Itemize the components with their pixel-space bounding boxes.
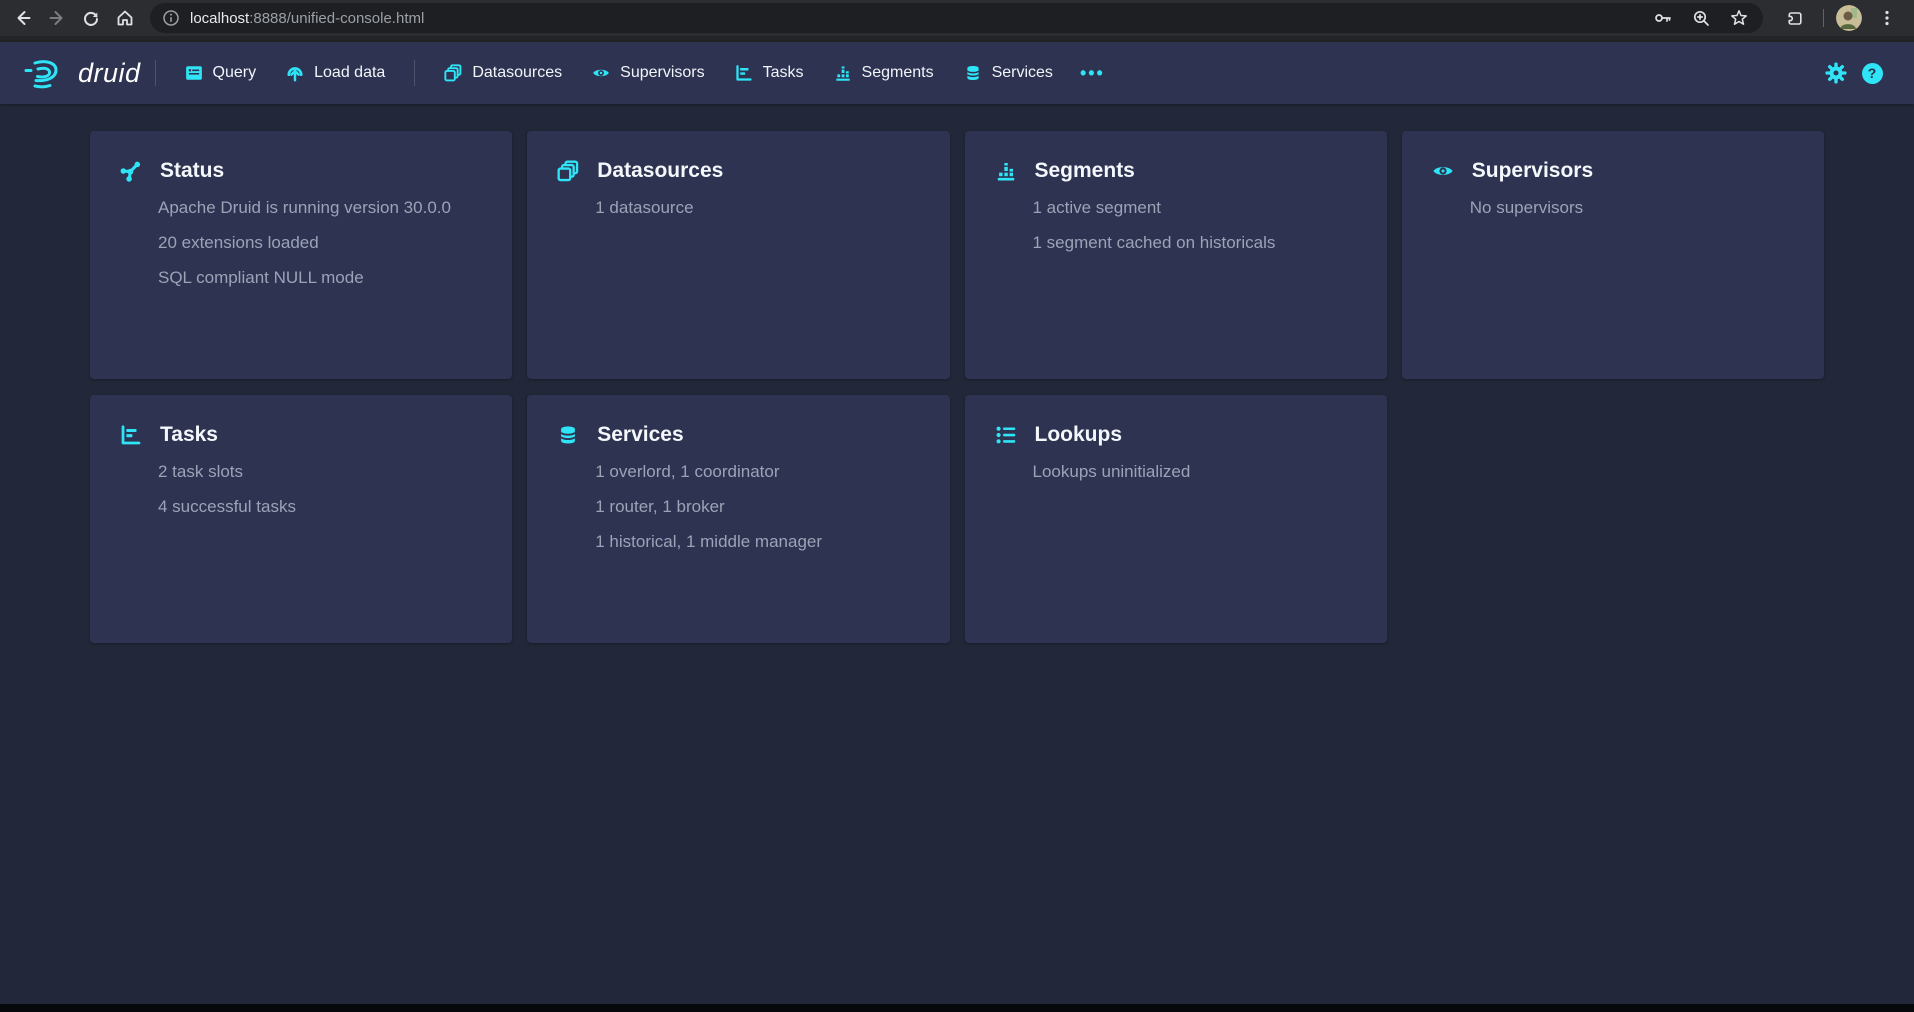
avatar-image <box>1836 5 1862 31</box>
card-title: Services <box>597 423 683 447</box>
gantt-chart-icon <box>735 64 753 82</box>
upload-icon <box>286 64 304 82</box>
url-text: localhost:8888/unified-console.html <box>190 10 1649 27</box>
graph-icon <box>120 160 142 182</box>
url-path: :8888/unified-console.html <box>249 10 424 27</box>
nav-more-button[interactable]: ••• <box>1068 42 1117 104</box>
star-icon <box>1729 8 1749 28</box>
nav-item-query[interactable]: Query <box>170 42 272 104</box>
back-arrow-icon <box>13 8 33 28</box>
card-line: 1 datasource <box>595 197 919 218</box>
toolbar-separator <box>1823 9 1824 27</box>
card-title: Segments <box>1035 159 1135 183</box>
card-line: 1 segment cached on historicals <box>1033 232 1357 253</box>
nav-item-services[interactable]: Services <box>949 42 1068 104</box>
help-icon: ? <box>1862 63 1883 84</box>
info-icon <box>162 9 180 27</box>
navbar-separator <box>155 60 156 86</box>
card-line: 1 historical, 1 middle manager <box>595 531 919 552</box>
window-bottom-edge <box>0 1004 1914 1012</box>
reload-button[interactable] <box>74 1 108 35</box>
card-line: 2 task slots <box>158 461 482 482</box>
nav-item-label: Tasks <box>763 64 804 82</box>
brand-wordmark: druid <box>78 58 141 89</box>
card-title: Status <box>160 159 224 183</box>
extensions-button[interactable] <box>1777 1 1811 35</box>
card-line: Lookups uninitialized <box>1033 461 1357 482</box>
more-dots-icon: ••• <box>1080 63 1105 84</box>
nav-item-label: Segments <box>862 64 934 82</box>
lookups-card[interactable]: Lookups Lookups uninitialized <box>965 395 1387 643</box>
nav-item-label: Supervisors <box>620 64 704 82</box>
nav-item-label: Load data <box>314 64 385 82</box>
datasources-card[interactable]: Datasources 1 datasource <box>527 131 949 379</box>
card-line: 20 extensions loaded <box>158 232 482 253</box>
forward-arrow-icon <box>47 8 67 28</box>
nav-item-label: Datasources <box>472 64 562 82</box>
back-button[interactable] <box>6 1 40 35</box>
card-line: 1 active segment <box>1033 197 1357 218</box>
datasources-icon <box>557 160 579 182</box>
card-title: Lookups <box>1035 423 1123 447</box>
eye-icon <box>1432 160 1454 182</box>
services-card[interactable]: Services 1 overlord, 1 coordinator 1 rou… <box>527 395 949 643</box>
url-host: localhost <box>190 10 249 27</box>
home-cards-grid: Status Apache Druid is running version 3… <box>0 104 1914 643</box>
card-title: Datasources <box>597 159 723 183</box>
bookmark-button[interactable] <box>1725 4 1753 32</box>
gear-icon <box>1824 61 1848 85</box>
profile-avatar[interactable] <box>1836 5 1862 31</box>
druid-logo[interactable]: druid <box>22 56 141 90</box>
home-button[interactable] <box>108 1 142 35</box>
kebab-menu-icon <box>1878 9 1896 27</box>
supervisors-card[interactable]: Supervisors No supervisors <box>1402 131 1824 379</box>
card-line: No supervisors <box>1470 197 1794 218</box>
card-line: SQL compliant NULL mode <box>158 267 482 288</box>
query-icon <box>185 64 203 82</box>
address-bar[interactable]: localhost:8888/unified-console.html <box>150 3 1763 33</box>
nav-item-datasources[interactable]: Datasources <box>429 42 577 104</box>
status-card[interactable]: Status Apache Druid is running version 3… <box>90 131 512 379</box>
browser-menu-button[interactable] <box>1870 1 1904 35</box>
druid-logo-icon <box>22 56 68 90</box>
navbar-separator <box>414 60 415 86</box>
key-icon <box>1653 8 1673 28</box>
database-icon <box>964 64 982 82</box>
gantt-chart-icon <box>120 424 142 446</box>
eye-icon <box>592 64 610 82</box>
site-info-button[interactable] <box>158 5 184 31</box>
browser-toolbar: localhost:8888/unified-console.html <box>0 0 1914 42</box>
card-line: Apache Druid is running version 30.0.0 <box>158 197 482 218</box>
help-button[interactable]: ? <box>1854 55 1890 91</box>
database-icon <box>557 424 579 446</box>
card-title: Supervisors <box>1472 159 1593 183</box>
forward-button[interactable] <box>40 1 74 35</box>
settings-button[interactable] <box>1818 55 1854 91</box>
card-title: Tasks <box>160 423 218 447</box>
home-icon <box>115 8 135 28</box>
nav-item-load-data[interactable]: Load data <box>271 42 400 104</box>
nav-item-label: Query <box>213 64 257 82</box>
tasks-card[interactable]: Tasks 2 task slots 4 successful tasks <box>90 395 512 643</box>
nav-item-segments[interactable]: Segments <box>819 42 949 104</box>
stacked-chart-icon <box>834 64 852 82</box>
password-manager-button[interactable] <box>1649 4 1677 32</box>
card-line: 1 overlord, 1 coordinator <box>595 461 919 482</box>
stacked-chart-icon <box>995 160 1017 182</box>
card-line: 4 successful tasks <box>158 496 482 517</box>
properties-list-icon <box>995 424 1017 446</box>
card-line: 1 router, 1 broker <box>595 496 919 517</box>
extensions-icon <box>1784 8 1804 28</box>
nav-item-tasks[interactable]: Tasks <box>720 42 819 104</box>
nav-item-supervisors[interactable]: Supervisors <box>577 42 719 104</box>
druid-navbar: druid Query Load data Datasources <box>0 42 1914 104</box>
nav-item-label: Services <box>992 64 1053 82</box>
zoom-in-icon <box>1691 8 1711 28</box>
reload-icon <box>81 8 101 28</box>
datasources-icon <box>444 64 462 82</box>
segments-card[interactable]: Segments 1 active segment 1 segment cach… <box>965 131 1387 379</box>
zoom-button[interactable] <box>1687 4 1715 32</box>
